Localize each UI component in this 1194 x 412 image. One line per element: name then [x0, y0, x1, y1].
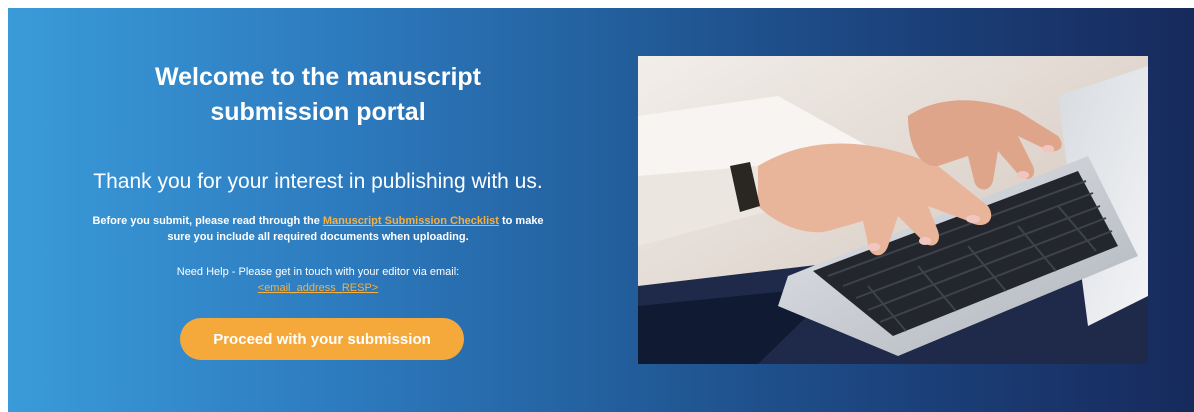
checklist-text-before: Before you submit, please read through t… — [92, 215, 323, 227]
laptop-hands-image — [638, 56, 1148, 364]
title-line-2: submission portal — [210, 98, 426, 126]
help-text: Need Help - Please get in touch with you… — [176, 266, 460, 278]
subtitle: Thank you for your interest in publishin… — [93, 170, 543, 193]
title-line-1: Welcome to the manuscript — [155, 63, 481, 91]
manuscript-checklist-link[interactable]: Manuscript Submission Checklist — [323, 215, 499, 227]
help-section: Need Help - Please get in touch with you… — [48, 264, 588, 296]
checklist-line-1: Before you submit, please read through t… — [48, 213, 588, 229]
checklist-instructions: Before you submit, please read through t… — [48, 213, 588, 245]
page-title: Welcome to the manuscript submission por… — [48, 60, 588, 130]
hero-banner: Welcome to the manuscript submission por… — [8, 8, 1194, 412]
editor-email-link[interactable]: <email_address_RESP> — [48, 280, 588, 296]
hero-content: Welcome to the manuscript submission por… — [48, 8, 588, 412]
checklist-line-2: sure you include all required documents … — [167, 231, 469, 243]
proceed-submission-button[interactable]: Proceed with your submission — [180, 318, 464, 360]
checklist-text-after: to make — [498, 215, 544, 227]
typing-on-laptop-photo — [638, 56, 1148, 364]
